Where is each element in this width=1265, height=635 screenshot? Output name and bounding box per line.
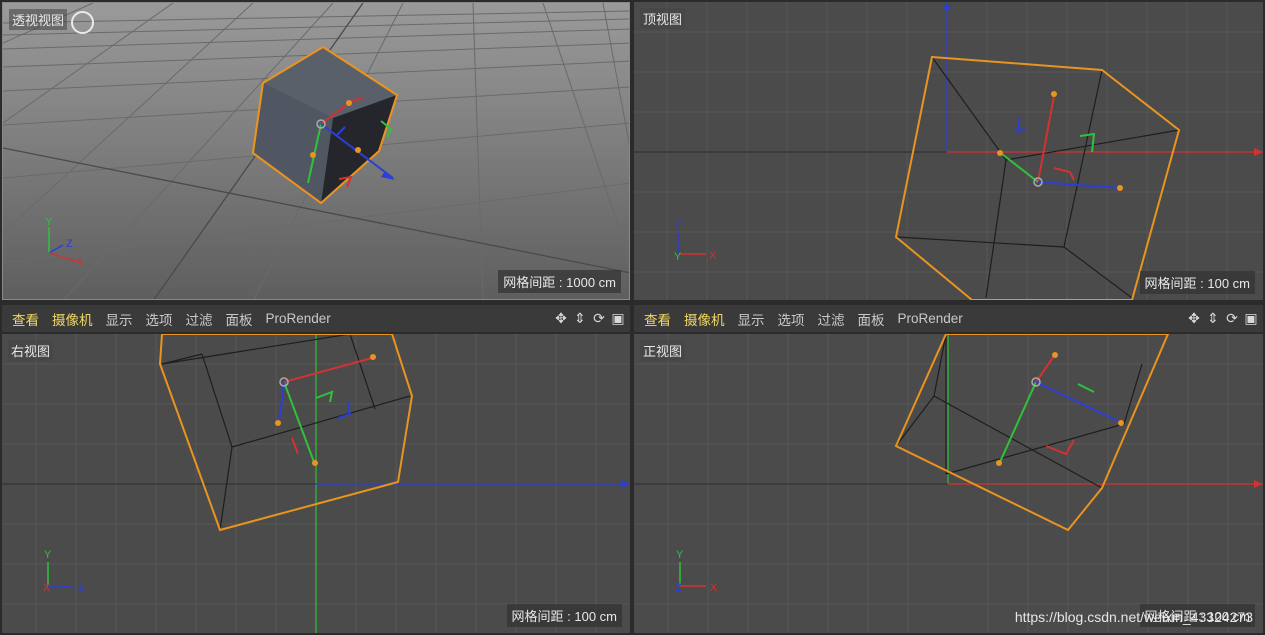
viewport-menu-bar-front-view: 查看 摄像机 显示 选项 过滤 面板 ProRender ✥ ⇕ ⟳ ▣ [634,305,1263,332]
right-scene[interactable]: Y X Z [2,334,630,633]
axis-label-z: Z [675,582,682,594]
perspective-viewport[interactable]: Y Z X 透视视图 网格间距 : 1000 cm [2,2,630,300]
viewport-title-perspective[interactable]: 透视视图 [9,9,68,30]
axis-label-y: Y [676,549,684,561]
watermark-text: https://blog.csdn.net/weixin_43324273 [1014,609,1253,625]
dolly-view-icon[interactable]: ⇕ [572,309,588,327]
front-scene[interactable]: Y Z X [634,334,1263,633]
grid-spacing-perspective: 网格间距 : 1000 cm [498,270,621,293]
grid-spacing-top: 网格间距 : 100 cm [1139,271,1255,294]
dolly-view-icon[interactable]: ⇕ [1205,309,1221,327]
axis-label-z: Z [78,582,85,594]
axis-label-y: Y [45,216,53,228]
right-viewport[interactable]: Y X Z 右视图 网格间距 : 100 cm [2,334,630,633]
menu-display[interactable]: 显示 [106,309,133,329]
menu-filter[interactable]: 过滤 [818,309,845,329]
axis-label-x: X [709,250,717,262]
viewport-title-top[interactable]: 顶视图 [640,8,686,29]
axis-label-x: X [710,582,718,594]
top-viewport[interactable]: Z Y X 顶视图 网格间距 : 100 cm [634,2,1263,300]
menu-panel[interactable]: 面板 [226,309,253,329]
top-scene[interactable]: Z Y X [634,2,1263,300]
menu-panel[interactable]: 面板 [858,309,885,329]
toggle-viewport-icon[interactable]: ▣ [610,309,626,327]
front-viewport[interactable]: Y Z X 正视图 网格间距 : 100 cm https://blog.csd… [634,334,1263,633]
axis-label-x: X [43,582,51,594]
axis-label-z: Z [66,238,73,250]
axis-label-x: X [76,256,84,268]
toggle-viewport-icon[interactable]: ▣ [1243,309,1259,327]
viewport-title-front[interactable]: 正视图 [640,340,686,361]
viewport-menu-bar-right-view: 查看 摄像机 显示 选项 过滤 面板 ProRender ✥ ⇕ ⟳ ▣ [2,305,630,332]
perspective-scene[interactable]: Y Z X [3,3,630,300]
menu-display[interactable]: 显示 [738,309,765,329]
menu-view[interactable]: 查看 [12,309,39,329]
menu-view[interactable]: 查看 [644,309,671,329]
rotate-view-icon[interactable]: ⟳ [591,309,607,327]
menu-filter[interactable]: 过滤 [186,309,213,329]
menu-camera[interactable]: 摄像机 [684,309,725,329]
menu-options[interactable]: 选项 [146,309,173,329]
viewport-navigator-circle-icon[interactable] [71,11,94,34]
rotate-view-icon[interactable]: ⟳ [1224,309,1240,327]
menu-camera[interactable]: 摄像机 [52,309,93,329]
move-view-icon[interactable]: ✥ [553,309,569,327]
axis-label-y: Y [44,549,52,561]
viewport-title-right[interactable]: 右视图 [8,340,54,361]
move-view-icon[interactable]: ✥ [1186,309,1202,327]
menu-options[interactable]: 选项 [778,309,805,329]
menu-prorender[interactable]: ProRender [266,311,331,326]
axis-label-y: Y [674,251,682,263]
axis-label-z: Z [675,219,682,231]
grid-spacing-right: 网格间距 : 100 cm [506,604,622,627]
menu-prorender[interactable]: ProRender [898,311,963,326]
